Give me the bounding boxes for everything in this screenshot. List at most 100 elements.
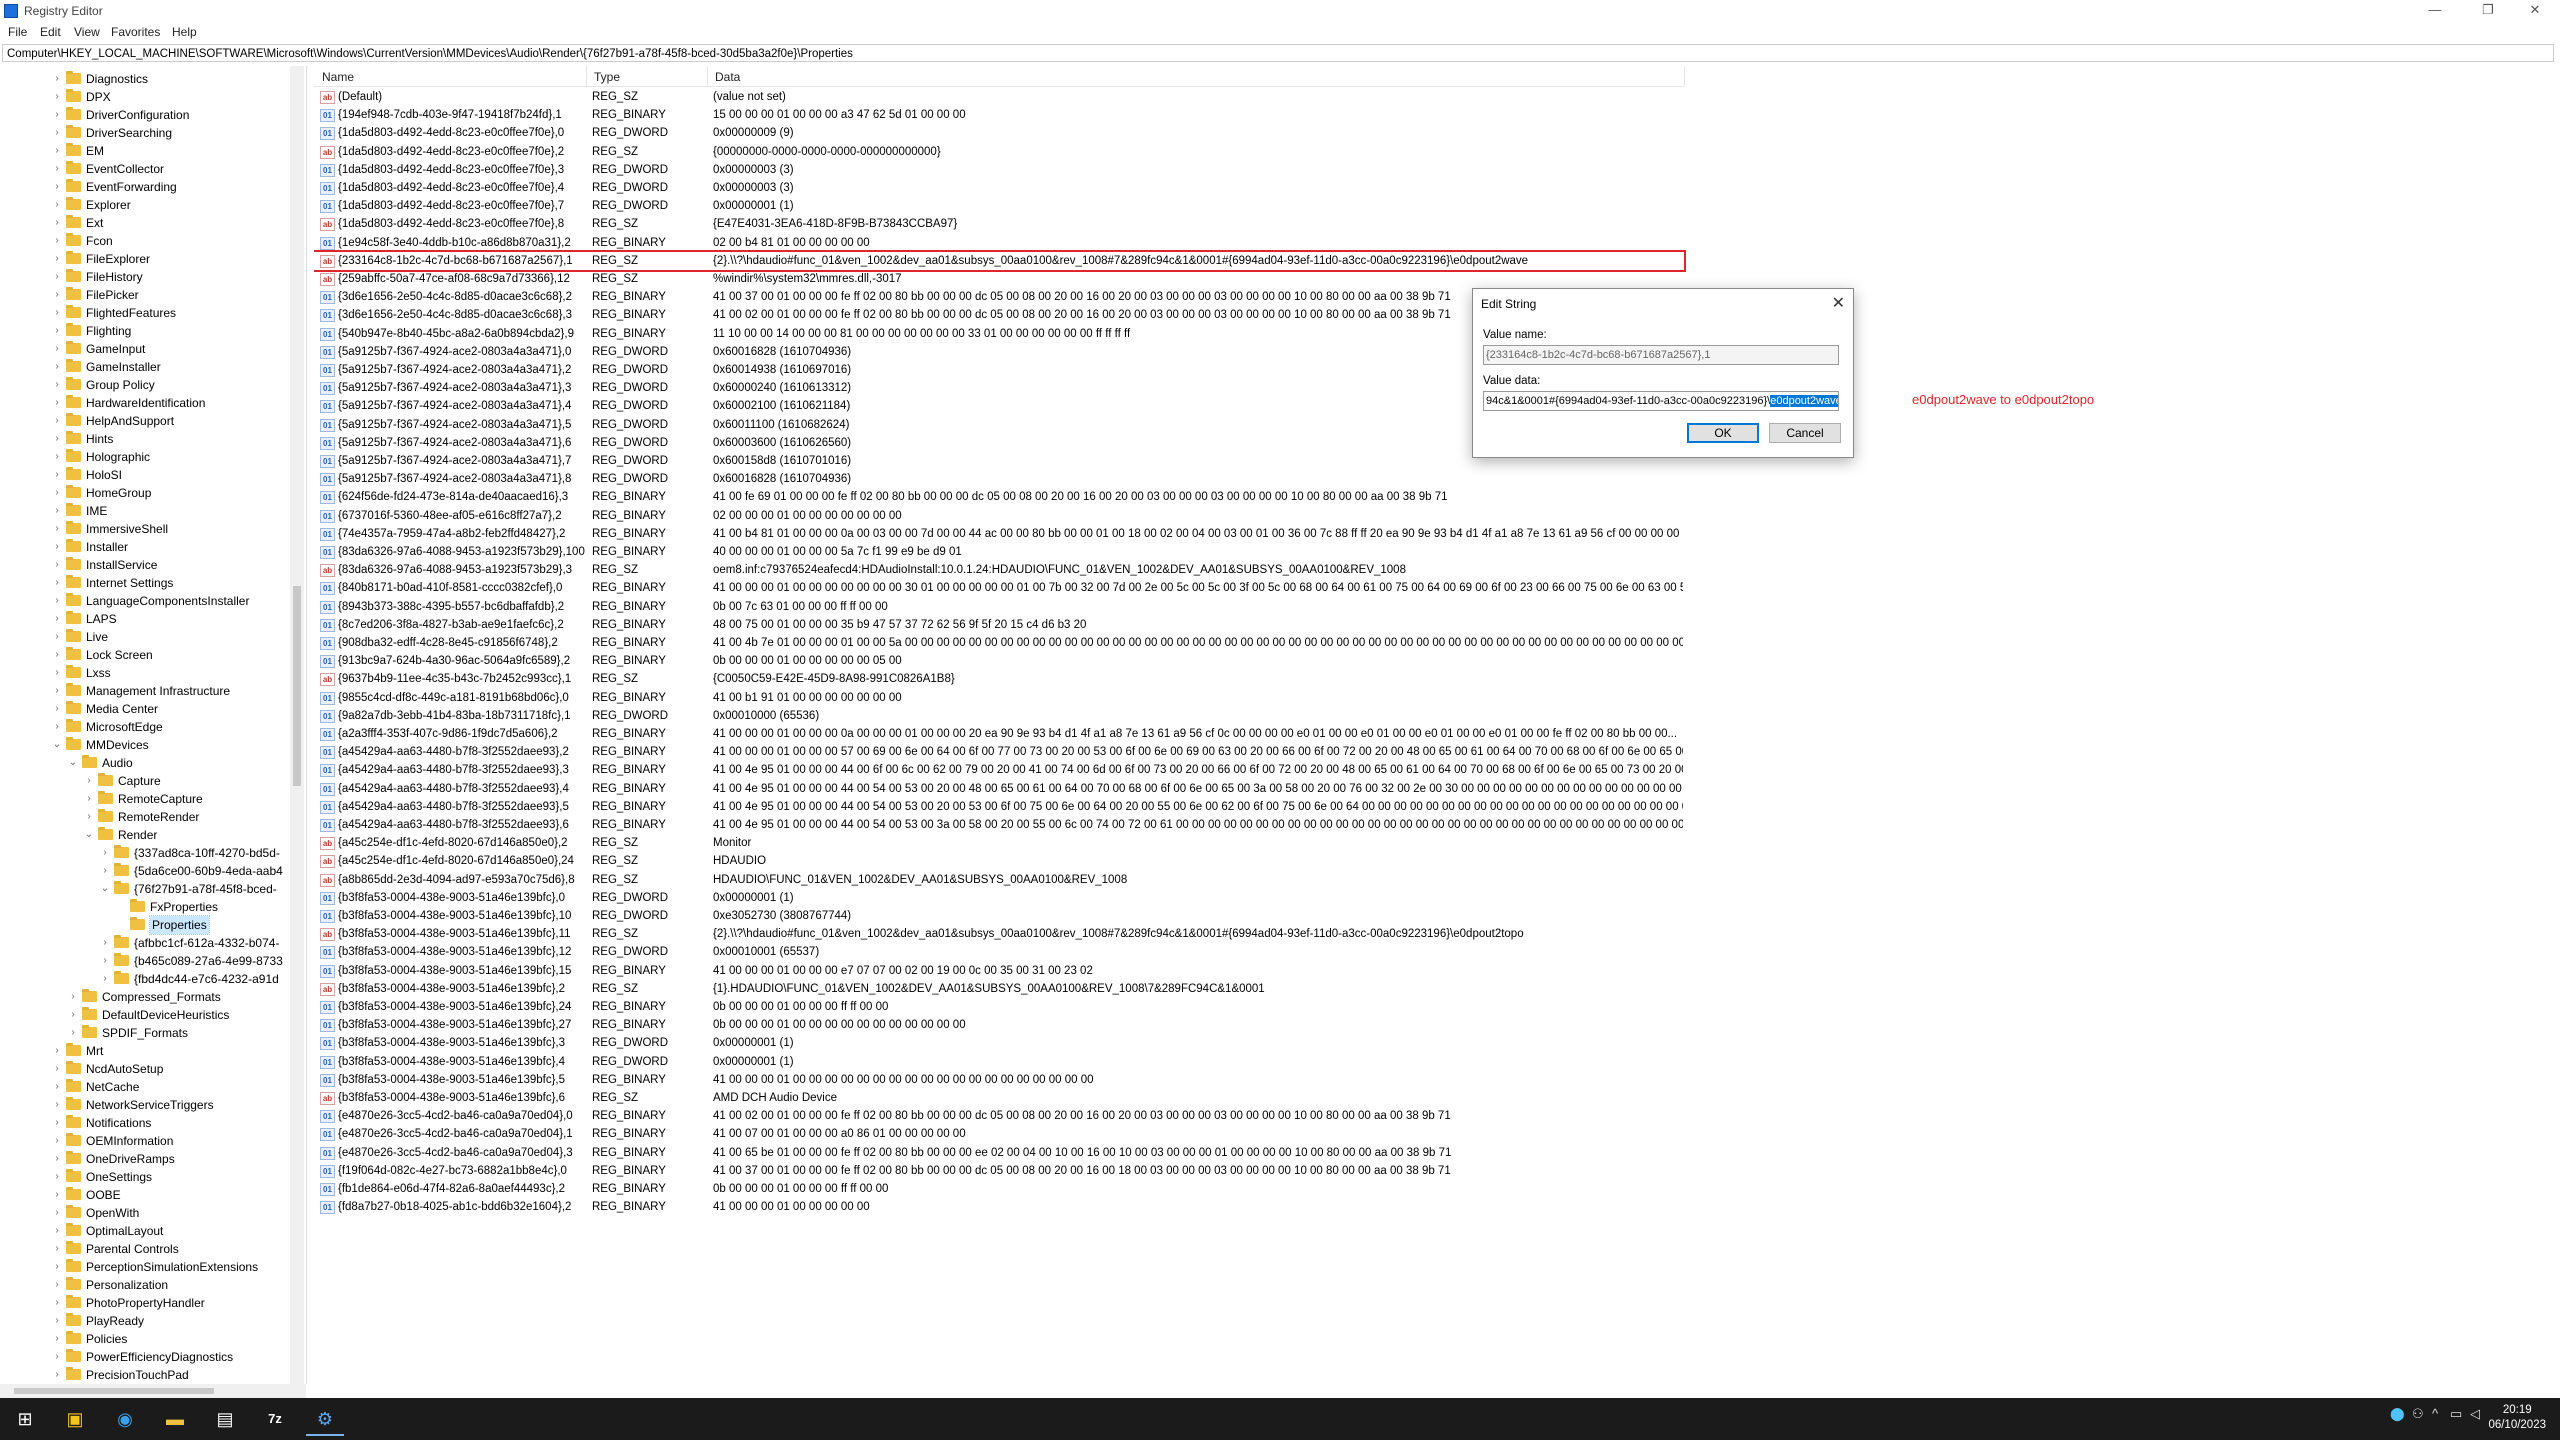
expand-arrow-icon[interactable]: › — [52, 1186, 62, 1204]
table-row[interactable]: 01 {913bc9a7-624b-4a30-96ac-5064a9fc6589}… — [314, 652, 1684, 670]
menu-favorites[interactable]: Favorites — [111, 25, 160, 39]
expand-arrow-icon[interactable]: › — [52, 646, 62, 664]
expand-arrow-icon[interactable]: › — [52, 556, 62, 574]
expand-arrow-icon[interactable]: › — [52, 394, 62, 412]
expand-arrow-icon[interactable]: › — [52, 196, 62, 214]
scrollbar-thumb[interactable] — [293, 586, 301, 786]
regedit-icon[interactable]: ⚙ — [306, 1404, 344, 1436]
expand-arrow-icon[interactable]: › — [52, 286, 62, 304]
table-row[interactable]: 01 {b3f8fa53-0004-438e-9003-51a46e139bfc}… — [314, 1016, 1684, 1034]
table-row[interactable]: 01 {f19f064d-082c-4e27-bc73-6882a1bb8e4c}… — [314, 1162, 1684, 1180]
table-row[interactable]: 01 {fb1de864-e06d-47f4-82a6-8a0aef44493c}… — [314, 1180, 1684, 1198]
table-row[interactable]: 01 {8c7ed206-3f8a-4827-b3ab-ae9e1faefc6c}… — [314, 616, 1684, 634]
tree-horizontal-scrollbar[interactable] — [0, 1384, 306, 1398]
expand-arrow-icon[interactable]: › — [52, 1294, 62, 1312]
expand-arrow-icon[interactable]: › — [100, 862, 110, 880]
table-row[interactable]: 01 {a45429a4-aa63-4480-b7f8-3f2552daee93}… — [314, 743, 1684, 761]
expand-arrow-icon[interactable]: › — [52, 448, 62, 466]
table-row[interactable]: ab {83da6326-97a6-4088-9453-a1923f573b29}… — [314, 561, 1684, 579]
table-row[interactable]: 01 {b3f8fa53-0004-438e-9003-51a46e139bfc}… — [314, 1053, 1684, 1071]
value-name-field[interactable]: {233164c8-1b2c-4c7d-bc68-b671687a2567},1 — [1483, 345, 1839, 365]
expand-arrow-icon[interactable]: › — [52, 520, 62, 538]
expand-arrow-icon[interactable]: › — [52, 412, 62, 430]
expand-arrow-icon[interactable]: › — [52, 1150, 62, 1168]
collapse-arrow-icon[interactable]: ⌄ — [68, 754, 78, 772]
collapse-arrow-icon[interactable]: ⌄ — [84, 826, 94, 844]
table-row[interactable]: 01 {624f56de-fd24-473e-814a-de40aacaed16}… — [314, 488, 1684, 506]
expand-arrow-icon[interactable]: › — [52, 466, 62, 484]
table-row[interactable]: ab {9637b4b9-11ee-4c35-b43c-7b2452c993cc}… — [314, 670, 1684, 688]
expand-arrow-icon[interactable]: › — [52, 700, 62, 718]
expand-arrow-icon[interactable]: › — [52, 1366, 62, 1384]
expand-arrow-icon[interactable]: › — [52, 1240, 62, 1258]
expand-arrow-icon[interactable]: › — [52, 538, 62, 556]
column-data-header[interactable]: Data — [715, 70, 740, 84]
table-row[interactable]: 01 {74e4357a-7959-47a4-a8b2-feb2ffd48427}… — [314, 525, 1684, 543]
edge-icon[interactable]: ◉ — [106, 1404, 144, 1434]
expand-arrow-icon[interactable]: › — [68, 1024, 78, 1042]
table-row[interactable]: ab {b3f8fa53-0004-438e-9003-51a46e139bfc}… — [314, 980, 1684, 998]
expand-arrow-icon[interactable]: › — [52, 142, 62, 160]
tray-app-icon[interactable]: ⬤ — [2390, 1406, 2405, 1422]
scrollbar-thumb[interactable] — [14, 1388, 214, 1394]
minimize-button[interactable]: — — [2412, 0, 2458, 22]
table-row[interactable]: 01 {9855c4cd-df8c-449c-a181-8191b68bd06c}… — [314, 689, 1684, 707]
table-row[interactable]: 01 {8943b373-388c-4395-b557-bc6dbaffafdb}… — [314, 598, 1684, 616]
expand-arrow-icon[interactable]: › — [52, 1258, 62, 1276]
table-row[interactable]: 01 {194ef948-7cdb-403e-9f47-19418f7b24fd}… — [314, 106, 1684, 124]
expand-arrow-icon[interactable]: › — [52, 592, 62, 610]
expand-arrow-icon[interactable]: › — [52, 1222, 62, 1240]
column-separator[interactable] — [1684, 66, 1685, 86]
expand-arrow-icon[interactable]: › — [52, 664, 62, 682]
expand-arrow-icon[interactable]: › — [52, 1348, 62, 1366]
table-row[interactable]: ab {1da5d803-d492-4edd-8c23-e0c0ffee7f0e}… — [314, 215, 1684, 233]
file-explorer-icon[interactable]: ▬ — [156, 1404, 194, 1434]
table-row[interactable]: 01 {a2a3fff4-353f-407c-9d86-1f9dc7d5a606}… — [314, 725, 1684, 743]
table-row[interactable]: 01 {b3f8fa53-0004-438e-9003-51a46e139bfc}… — [314, 943, 1684, 961]
collapse-arrow-icon[interactable]: ⌄ — [100, 880, 110, 898]
expand-arrow-icon[interactable]: › — [68, 1006, 78, 1024]
table-row[interactable]: 01 {a45429a4-aa63-4480-b7f8-3f2552daee93}… — [314, 816, 1684, 834]
table-row[interactable]: ab (Default) REG_SZ (value not set) — [314, 88, 1684, 106]
table-row[interactable]: 01 {b3f8fa53-0004-438e-9003-51a46e139bfc}… — [314, 962, 1684, 980]
column-separator[interactable] — [586, 66, 587, 86]
start-icon[interactable]: ⊞ — [6, 1404, 44, 1434]
table-row[interactable]: 01 {908dba32-edff-4c28-8e45-c91856f6748},… — [314, 634, 1684, 652]
menu-edit[interactable]: Edit — [40, 25, 61, 39]
table-row[interactable]: 01 {e4870e26-3cc5-4cd2-ba46-ca0a9a70ed04}… — [314, 1144, 1684, 1162]
table-row[interactable]: ab {a45c254e-df1c-4efd-8020-67d146a850e0}… — [314, 852, 1684, 870]
clock[interactable]: 20:19 06/10/2023 — [2488, 1403, 2546, 1433]
table-row[interactable]: ab {a45c254e-df1c-4efd-8020-67d146a850e0}… — [314, 834, 1684, 852]
expand-arrow-icon[interactable]: › — [52, 1204, 62, 1222]
expand-arrow-icon[interactable]: › — [52, 1114, 62, 1132]
table-row[interactable]: 01 {b3f8fa53-0004-438e-9003-51a46e139bfc}… — [314, 1071, 1684, 1089]
expand-arrow-icon[interactable]: › — [52, 250, 62, 268]
collapse-arrow-icon[interactable]: ⌄ — [52, 736, 62, 754]
maximize-button[interactable]: ❐ — [2465, 0, 2511, 22]
table-row[interactable]: ab {259abffc-50a7-47ce-af08-68c9a7d73366}… — [314, 270, 1684, 288]
expand-arrow-icon[interactable]: › — [52, 430, 62, 448]
key-tree[interactable]: › Diagnostics › DPX › DriverConfiguration › Dri… — [0, 66, 307, 1384]
table-row[interactable]: 01 {6737016f-5360-48ee-af05-e616c8ff27a7}… — [314, 507, 1684, 525]
table-row[interactable]: 01 {a45429a4-aa63-4480-b7f8-3f2552daee93}… — [314, 761, 1684, 779]
table-row[interactable]: ab {233164c8-1b2c-4c7d-bc68-b671687a2567}… — [314, 249, 1686, 272]
dialog-close-button[interactable]: ✕ — [1832, 293, 1845, 313]
column-separator[interactable] — [707, 66, 708, 86]
expand-arrow-icon[interactable]: › — [52, 718, 62, 736]
expand-arrow-icon[interactable]: › — [52, 484, 62, 502]
expand-arrow-icon[interactable]: › — [52, 574, 62, 592]
expand-arrow-icon[interactable]: › — [52, 1060, 62, 1078]
address-bar[interactable]: Computer\HKEY_LOCAL_MACHINE\SOFTWARE\Mic… — [2, 44, 2554, 62]
table-row[interactable]: ab {b3f8fa53-0004-438e-9003-51a46e139bfc}… — [314, 1089, 1684, 1107]
tray-chevron-icon[interactable]: ^ — [2432, 1406, 2438, 1421]
sticky-app-icon[interactable]: ▣ — [56, 1404, 94, 1434]
expand-arrow-icon[interactable]: › — [52, 610, 62, 628]
table-row[interactable]: ab {b3f8fa53-0004-438e-9003-51a46e139bfc}… — [314, 925, 1684, 943]
expand-arrow-icon[interactable]: › — [52, 88, 62, 106]
expand-arrow-icon[interactable]: › — [100, 934, 110, 952]
close-button[interactable]: ✕ — [2512, 0, 2558, 22]
table-row[interactable]: 01 {a45429a4-aa63-4480-b7f8-3f2552daee93}… — [314, 780, 1684, 798]
table-row[interactable]: 01 {a45429a4-aa63-4480-b7f8-3f2552daee93}… — [314, 798, 1684, 816]
column-name-header[interactable]: Name — [322, 70, 354, 84]
table-row[interactable]: 01 {b3f8fa53-0004-438e-9003-51a46e139bfc}… — [314, 907, 1684, 925]
